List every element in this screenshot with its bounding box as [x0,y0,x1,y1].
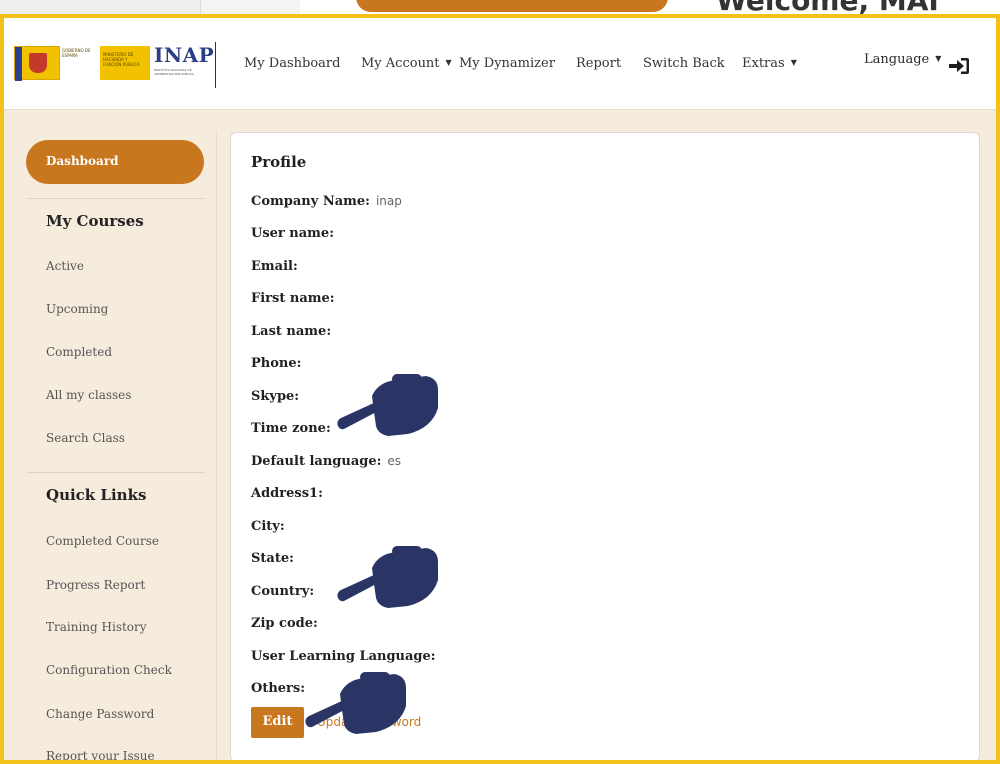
welcome-text: Welcome, MAI [716,0,939,14]
background-strip: Welcome, MAI [0,0,1000,14]
field-label: Email: [251,259,298,274]
nav-extras[interactable]: Extras ▼ [742,56,797,71]
profile-field-address1: Address1: [251,486,329,501]
field-label: Time zone: [251,421,331,436]
field-label: Company Name: [251,194,370,209]
profile-field-company-name: Company Name: inap [251,194,402,209]
profile-field-city: City: [251,519,291,534]
field-label: City: [251,519,285,534]
edit-button[interactable]: Edit [251,707,304,738]
sign-in-icon[interactable] [948,56,970,76]
caret-down-icon: ▼ [445,58,452,67]
sidebar-item-completed[interactable]: Completed [46,345,112,359]
background-panel-2 [200,0,300,14]
my-courses-heading: My Courses [46,212,144,230]
profile-field-skype: Skype: [251,389,305,404]
coat-of-arms-icon [29,53,47,73]
sidebar-item-completed-course[interactable]: Completed Course [46,534,159,548]
field-label: Country: [251,584,315,599]
sidebar-border [216,130,217,760]
profile-field-last-name: Last name: [251,324,337,339]
header-divider [215,42,216,88]
caret-down-icon: ▼ [935,54,942,63]
nav-report[interactable]: Report [576,56,621,71]
gov-text: Gobierno de España [62,48,91,58]
profile-field-country: Country: [251,584,320,599]
nav-my-dynamizer[interactable]: My Dynamizer [459,56,555,71]
sidebar-item-configuration-check[interactable]: Configuration Check [46,663,172,677]
pointing-hand-icon [337,374,438,436]
sidebar: Dashboard My Courses Active Upcoming Com… [15,130,217,760]
field-label: User name: [251,226,335,241]
sidebar-divider [27,198,205,199]
nav-my-account-label: My Account [361,56,440,71]
language-dropdown[interactable]: Language ▼ [864,52,941,67]
profile-field-user-learning-language: User Learning Language: [251,649,442,664]
nav-my-account[interactable]: My Account ▼ [361,56,452,71]
field-label: Others: [251,681,306,696]
profile-field-email: Email: [251,259,304,274]
field-label: Phone: [251,356,302,371]
field-label: User Learning Language: [251,649,436,664]
dashboard-button[interactable]: Dashboard [26,140,204,184]
field-label: Default language: [251,454,382,469]
pointing-hand-icon [305,672,406,734]
screenshot-frame: Gobierno de España Ministerio de Haciend… [0,14,1000,764]
quick-links-heading: Quick Links [46,486,147,504]
field-label: State: [251,551,294,566]
profile-field-state: State: [251,551,300,566]
field-label: Skype: [251,389,300,404]
background-pill [356,0,668,12]
pointing-hand-icon [337,546,438,608]
profile-title: Profile [251,153,307,171]
language-label: Language [864,52,930,67]
top-navbar: Gobierno de España Ministerio de Haciend… [4,18,996,110]
sidebar-item-search-class[interactable]: Search Class [46,431,125,445]
inap-logo[interactable]: Gobierno de España Ministerio de Haciend… [14,43,215,84]
brand-name: INAP [154,43,215,67]
spain-flag-icon [14,46,60,81]
nav-my-dashboard[interactable]: My Dashboard [244,56,340,71]
field-value: es [387,454,402,468]
profile-field-zip-code: Zip code: [251,616,324,631]
sidebar-item-progress-report[interactable]: Progress Report [46,578,145,592]
profile-field-user-name: User name: [251,226,340,241]
field-label: First name: [251,291,335,306]
sidebar-divider [27,472,205,473]
brand-subtitle: Instituto Nacional de Administración Púb… [154,68,194,76]
ministry-text: Ministerio de Hacienda y Función Pública [100,46,150,80]
sidebar-item-change-password[interactable]: Change Password [46,707,154,721]
sidebar-item-training-history[interactable]: Training History [46,620,147,634]
profile-field-first-name: First name: [251,291,341,306]
profile-field-time-zone: Time zone: [251,421,337,436]
field-label: Address1: [251,486,323,501]
profile-field-default-language: Default language: es [251,454,401,469]
field-label: Zip code: [251,616,318,631]
sidebar-item-all-my-classes[interactable]: All my classes [46,388,131,402]
nav-extras-label: Extras [742,56,785,71]
profile-field-phone: Phone: [251,356,307,371]
sidebar-item-report-your-issue[interactable]: Report your Issue [46,749,155,760]
eu-flag-icon [15,47,22,81]
field-label: Last name: [251,324,332,339]
field-value: inap [375,194,402,208]
sidebar-item-active[interactable]: Active [46,259,84,273]
nav-switch-back[interactable]: Switch Back [643,56,725,71]
caret-down-icon: ▼ [790,58,797,67]
sidebar-item-upcoming[interactable]: Upcoming [46,302,108,316]
